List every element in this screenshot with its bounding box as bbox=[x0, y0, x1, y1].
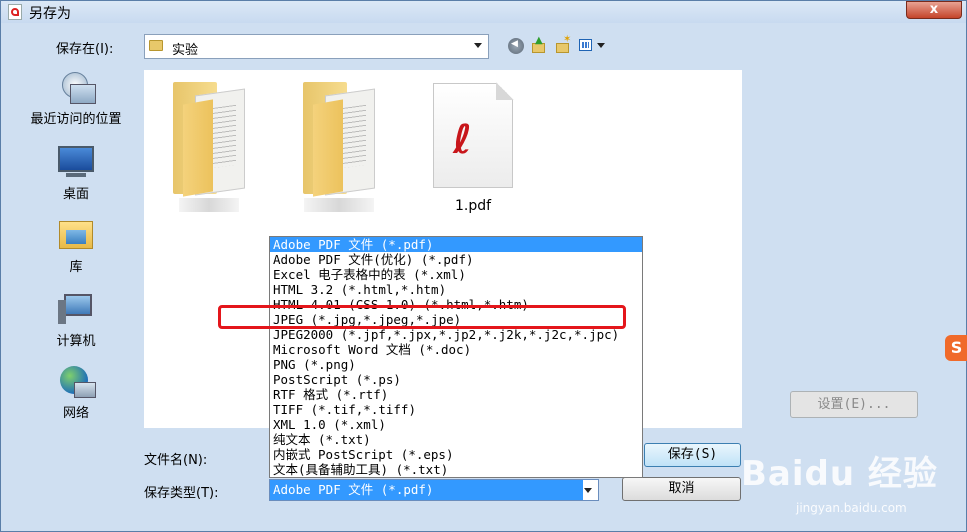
file-item-folder[interactable] bbox=[154, 74, 264, 212]
filename-label: 文件名(N): bbox=[144, 453, 208, 468]
place-label: 库 bbox=[69, 260, 83, 275]
place-desktop[interactable]: 桌面 bbox=[1, 143, 151, 202]
filetype-combo[interactable]: Adobe PDF 文件 (*.pdf) bbox=[269, 479, 599, 501]
back-icon[interactable] bbox=[508, 38, 524, 54]
pdf-app-icon bbox=[8, 4, 22, 20]
place-label: 最近访问的位置 bbox=[30, 112, 122, 127]
file-item-folder[interactable] bbox=[284, 74, 394, 212]
up-folder-icon[interactable] bbox=[531, 35, 547, 54]
jpeg-highlight-box bbox=[218, 305, 626, 329]
title-bar[interactable]: 另存为 x bbox=[1, 1, 966, 23]
file-name bbox=[304, 198, 374, 212]
filetype-option[interactable]: Microsoft Word 文档 (*.doc) bbox=[270, 342, 642, 357]
filetype-option[interactable]: PNG (*.png) bbox=[270, 357, 642, 372]
save-in-combo[interactable]: 实验 bbox=[144, 34, 489, 59]
places-bar: 最近访问的位置 桌面 库 计算机 网络 bbox=[1, 63, 141, 443]
computer-icon bbox=[56, 290, 96, 326]
view-menu-chevron-icon[interactable] bbox=[597, 43, 605, 48]
filetype-option[interactable]: XML 1.0 (*.xml) bbox=[270, 417, 642, 432]
filetype-option[interactable]: 文本(具备辅助工具) (*.txt) bbox=[270, 462, 642, 477]
libraries-icon bbox=[56, 216, 96, 252]
filetype-option[interactable]: Adobe PDF 文件(优化) (*.pdf) bbox=[270, 252, 642, 267]
filetype-option[interactable]: HTML 3.2 (*.html,*.htm) bbox=[270, 282, 642, 297]
place-computer[interactable]: 计算机 bbox=[1, 290, 151, 349]
filetype-option[interactable]: 纯文本 (*.txt) bbox=[270, 432, 642, 447]
close-button[interactable]: x bbox=[906, 1, 962, 19]
place-recent[interactable]: 最近访问的位置 bbox=[1, 68, 151, 127]
filetype-dropdown-list[interactable]: Adobe PDF 文件 (*.pdf) Adobe PDF 文件(优化) (*… bbox=[269, 236, 643, 478]
file-name bbox=[179, 198, 239, 212]
chevron-down-icon[interactable] bbox=[474, 43, 482, 48]
filetype-option[interactable]: TIFF (*.tif,*.tiff) bbox=[270, 402, 642, 417]
folder-icon bbox=[149, 40, 163, 51]
filetype-option[interactable]: 内嵌式 PostScript (*.eps) bbox=[270, 447, 642, 462]
desktop-icon bbox=[56, 143, 96, 179]
settings-button[interactable]: 设置(E)... bbox=[790, 391, 918, 418]
filetype-option[interactable]: JPEG2000 (*.jpf,*.jpx,*.jp2,*.j2k,*.j2c,… bbox=[270, 327, 642, 342]
place-libraries[interactable]: 库 bbox=[1, 216, 151, 275]
save-in-value: 实验 bbox=[172, 43, 199, 58]
place-network[interactable]: 网络 bbox=[1, 362, 151, 421]
filetype-label: 保存类型(T): bbox=[144, 486, 219, 501]
folder-icon bbox=[159, 74, 259, 197]
filetype-option[interactable]: PostScript (*.ps) bbox=[270, 372, 642, 387]
filetype-option[interactable]: Adobe PDF 文件 (*.pdf) bbox=[270, 237, 642, 252]
save-button[interactable]: 保存(S) bbox=[644, 443, 741, 467]
file-item-pdf[interactable]: ℓ 1.pdf bbox=[418, 82, 528, 214]
recent-places-icon bbox=[56, 68, 96, 104]
folder-icon bbox=[289, 74, 389, 197]
filetype-value: Adobe PDF 文件 (*.pdf) bbox=[270, 480, 583, 500]
new-folder-icon[interactable] bbox=[555, 34, 571, 54]
network-icon bbox=[56, 362, 96, 398]
chevron-down-icon[interactable] bbox=[584, 488, 592, 493]
filetype-option[interactable]: Excel 电子表格中的表 (*.xml) bbox=[270, 267, 642, 282]
save-in-label: 保存在(I): bbox=[56, 42, 114, 57]
place-label: 桌面 bbox=[62, 187, 89, 202]
place-label: 网络 bbox=[62, 406, 89, 421]
cancel-button[interactable]: 取消 bbox=[622, 477, 741, 501]
sogou-ime-icon: S bbox=[945, 335, 967, 361]
window-title: 另存为 bbox=[29, 6, 71, 22]
save-as-dialog: 另存为 x 保存在(I): 实验 最近访问的位置 桌面 库 计算机 网络 bbox=[0, 0, 967, 532]
filetype-option[interactable]: RTF 格式 (*.rtf) bbox=[270, 387, 642, 402]
baidu-watermark-url: jingyan.baidu.com bbox=[796, 501, 907, 515]
file-name: 1.pdf bbox=[454, 198, 492, 214]
pdf-file-icon: ℓ bbox=[433, 82, 514, 188]
view-menu-icon[interactable] bbox=[579, 39, 592, 51]
place-label: 计算机 bbox=[56, 334, 96, 349]
baidu-watermark: Baidu 经验 bbox=[741, 454, 938, 494]
